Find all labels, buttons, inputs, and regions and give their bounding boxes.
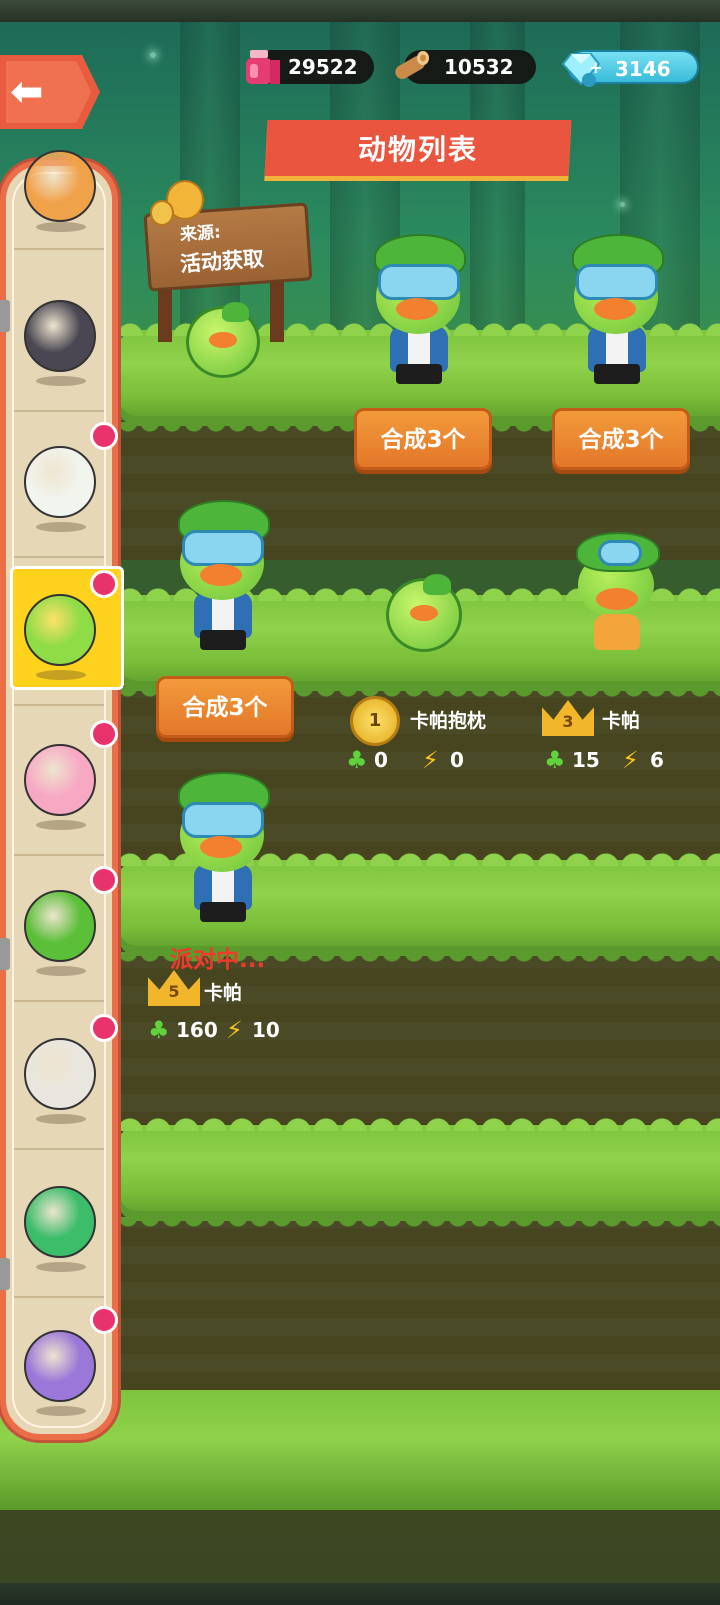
page-title: 动物列表 — [357, 133, 478, 166]
sidebar-item-black-panther[interactable] — [14, 272, 104, 412]
kappa-duck-icon — [24, 594, 96, 666]
scroll-handle — [0, 938, 10, 970]
merge-button[interactable]: 合成3个 — [354, 408, 492, 470]
bottom-edge-strip — [0, 1583, 720, 1605]
item-name: 卡帕抱枕 — [410, 710, 487, 732]
sidebar-item-panda[interactable] — [14, 418, 118, 558]
notification-dot — [90, 1014, 118, 1042]
dirt-layer — [118, 1210, 720, 1390]
slot-shadow — [36, 222, 86, 232]
slot-divider — [14, 1148, 104, 1150]
bolt-icon: ⚡ — [226, 1016, 243, 1044]
plus-icon: + — [589, 58, 603, 77]
grass-ledge — [118, 1107, 720, 1231]
gem-counter[interactable]: + 3146 — [561, 50, 699, 87]
orange-animal-icon — [24, 150, 96, 222]
top-edge-strip — [0, 0, 720, 22]
clover-value: 15 — [572, 748, 600, 772]
kappa-duck-sprite[interactable] — [366, 234, 470, 390]
slot-shadow — [36, 670, 86, 680]
notification-dot — [90, 1306, 118, 1334]
source-label: 来源: — [179, 222, 222, 246]
bolt-icon: ⚡ — [422, 746, 439, 774]
kappa-duck-sprite[interactable] — [170, 772, 274, 928]
kappa-duck-sprite[interactable] — [564, 234, 668, 390]
slot-divider — [14, 410, 104, 412]
energy-value: 0 — [450, 748, 464, 772]
energy-value: 10 — [252, 1018, 280, 1042]
sidebar-item-orange-animal[interactable] — [14, 150, 104, 250]
bird-icon — [150, 200, 174, 226]
sidebar-item-kappa-duck[interactable] — [14, 566, 118, 706]
clover-value: 0 — [374, 748, 388, 772]
slot-shadow — [36, 1262, 86, 1272]
slot-shadow — [36, 820, 86, 830]
slot-divider — [14, 248, 104, 250]
ink-bottle-icon — [246, 50, 280, 84]
black-panther-icon — [24, 300, 96, 372]
clover-icon: ♣ — [148, 1016, 170, 1044]
notification-dot — [90, 422, 118, 450]
scroll-handle — [0, 1258, 10, 1290]
notification-dot — [90, 866, 118, 894]
back-arrow-icon: ⬅ — [10, 69, 44, 115]
panda-icon — [24, 446, 96, 518]
notification-dot — [90, 570, 118, 598]
sidebar-item-purple-seal[interactable] — [14, 1302, 118, 1442]
level-medal-icon: 1 — [350, 696, 400, 746]
green-bird-icon — [24, 1186, 96, 1258]
kappa-duck-sprite[interactable] — [170, 500, 274, 656]
wood-log-icon — [395, 51, 429, 79]
slot-divider — [14, 1296, 104, 1298]
slot-shadow — [36, 966, 86, 976]
kappa-duck-small-sprite[interactable] — [572, 532, 660, 658]
clover-value: 160 — [176, 1018, 218, 1042]
sidebar-item-green-bird[interactable] — [14, 1158, 104, 1298]
source-value: 活动获取 — [179, 246, 265, 277]
party-status: 派对中... — [170, 947, 266, 973]
sidebar-item-pink-bear[interactable] — [14, 716, 118, 856]
slot-shadow — [36, 1406, 86, 1416]
back-button[interactable]: ⬅ — [0, 55, 108, 131]
item-name: 卡帕 — [602, 710, 641, 732]
slot-shadow — [36, 1114, 86, 1124]
green-cabbage-icon — [24, 890, 96, 962]
pink-bear-icon — [24, 744, 96, 816]
merge-button[interactable]: 合成3个 — [156, 676, 294, 738]
item-name: 卡帕 — [204, 982, 243, 1004]
title-banner: 动物列表 — [264, 120, 572, 176]
clover-icon: ♣ — [346, 746, 368, 774]
kappa-pillow-sprite[interactable] — [386, 574, 462, 652]
notification-dot — [90, 720, 118, 748]
scroll-handle — [0, 300, 10, 332]
clover-icon: ♣ — [544, 746, 566, 774]
energy-value: 6 — [650, 748, 664, 772]
bolt-icon: ⚡ — [622, 746, 639, 774]
slot-divider — [14, 556, 104, 558]
snow-leopard-icon — [24, 1038, 96, 1110]
slot-divider — [14, 704, 104, 706]
sidebar-item-snow-leopard[interactable] — [14, 1010, 118, 1150]
sidebar-item-green-cabbage[interactable] — [14, 862, 118, 1002]
slot-shadow — [36, 376, 86, 386]
purple-seal-icon — [24, 1330, 96, 1402]
slot-divider — [14, 1000, 104, 1002]
merge-button[interactable]: 合成3个 — [552, 408, 690, 470]
kappa-pillow-sprite[interactable] — [186, 302, 260, 378]
ink-counter: 29522 — [246, 50, 374, 84]
slot-shadow — [36, 522, 86, 532]
wood-counter: 10532 — [395, 50, 536, 84]
slot-divider — [14, 854, 104, 856]
